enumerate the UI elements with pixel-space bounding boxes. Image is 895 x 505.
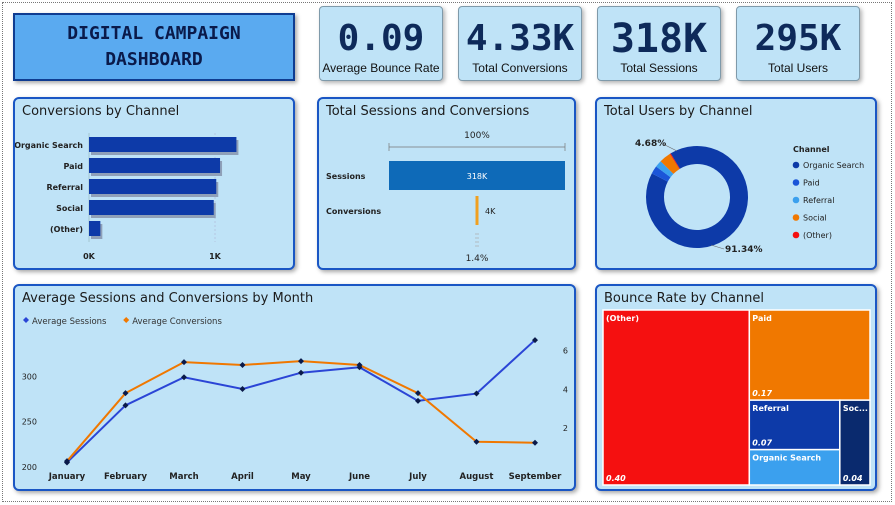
- x-tick-label: March: [169, 472, 198, 482]
- treemap-tile-label: Paid: [752, 314, 772, 323]
- x-tick-label: 0K: [83, 252, 96, 261]
- legend-label: Average Conversions: [132, 317, 222, 327]
- kpi-value: 295K: [754, 18, 842, 59]
- funnel-value-label: 318K: [467, 172, 488, 181]
- funnel-bottom-label: 1.4%: [466, 254, 489, 264]
- legend-label: Organic Search: [803, 161, 864, 170]
- funnel-top-label: 100%: [464, 131, 490, 141]
- kpi-label: Total Sessions: [620, 61, 698, 75]
- funnel-value-label: 4K: [485, 207, 496, 216]
- x-tick-label: May: [291, 472, 311, 482]
- funnel-bar: [475, 196, 479, 225]
- kpi-card-sessions[interactable]: 318K Total Sessions: [597, 6, 721, 81]
- kpi-label: Average Bounce Rate: [322, 61, 440, 75]
- legend-marker: [23, 317, 29, 323]
- category-label: Paid: [63, 162, 83, 171]
- legend-marker: [792, 231, 800, 239]
- x-tick-label: July: [408, 472, 427, 482]
- bar: [89, 158, 221, 173]
- kpi-value: 4.33K: [465, 18, 575, 59]
- treemap-tile-value: 0.04: [843, 474, 863, 483]
- y-right-tick-label: 4: [563, 385, 568, 394]
- treemap-tile-label: (Other): [606, 314, 639, 323]
- dashboard-title-box: DIGITAL CAMPAIGN DASHBOARD: [13, 13, 295, 81]
- y-right-tick-label: 6: [563, 346, 568, 355]
- slice-label: 4.68%: [635, 139, 666, 149]
- dashboard-title: DIGITAL CAMPAIGN DASHBOARD: [67, 23, 241, 70]
- funnel-category-label: Sessions: [326, 172, 366, 181]
- category-label: Referral: [46, 183, 83, 192]
- legend-title: Channel: [793, 145, 830, 154]
- users-by-channel-panel[interactable]: Total Users by Channel 4.68% 91.34% Channe…: [595, 97, 877, 270]
- data-point: [239, 386, 246, 393]
- x-tick-label: January: [48, 472, 86, 482]
- treemap-tile-value: 0.40: [606, 474, 626, 483]
- x-tick-label: September: [509, 472, 563, 482]
- data-point: [298, 358, 304, 365]
- data-point: [298, 369, 304, 376]
- kpi-label: Total Conversions: [472, 61, 568, 75]
- treemap-tile: [602, 309, 751, 486]
- treemap-tile: [748, 309, 871, 401]
- data-point: [239, 362, 246, 368]
- funnel-category-label: Conversions: [326, 207, 381, 216]
- monthly-line-chart: Average Sessions Average Conversions 200 25…: [22, 317, 568, 482]
- data-point: [532, 439, 538, 446]
- y-left-tick-label: 250: [22, 418, 37, 427]
- bar: [89, 137, 237, 152]
- legend-marker: [792, 196, 800, 204]
- bar: [89, 179, 217, 194]
- x-tick-label: April: [231, 472, 254, 482]
- x-tick-label: February: [104, 472, 147, 482]
- donut-chart: 4.68% 91.34% Channel Organic Search Paid Refe…: [635, 139, 864, 255]
- legend-label: (Other): [803, 231, 832, 240]
- treemap-tile-value: 0.07: [752, 439, 772, 448]
- legend-marker: [123, 317, 130, 323]
- x-tick-label: 1K: [209, 252, 222, 261]
- legend-marker: [792, 214, 800, 221]
- legend-marker: [792, 161, 800, 169]
- sessions-conversions-panel[interactable]: Total Sessions and Conversions 100% Sessi…: [317, 97, 576, 270]
- kpi-card-bounce-rate[interactable]: 0.09 Average Bounce Rate: [319, 6, 443, 81]
- legend-label: Average Sessions: [32, 317, 107, 327]
- legend-label: Referral: [803, 196, 834, 205]
- legend-marker: [792, 179, 800, 186]
- category-label: Organic Search: [15, 141, 83, 150]
- category-label: (Other): [50, 225, 83, 234]
- kpi-card-conversions[interactable]: 4.33K Total Conversions: [458, 6, 582, 81]
- conversions-by-channel-panel[interactable]: Conversions by Channel Organic Search Pai…: [13, 97, 295, 270]
- kpi-label: Total Users: [767, 61, 829, 75]
- bar: [89, 221, 101, 236]
- x-tick-label: June: [348, 472, 370, 482]
- slice-leader: [710, 244, 725, 250]
- series-line: [66, 360, 536, 462]
- slice-label: 91.34%: [725, 245, 763, 255]
- treemap-tile-label: Referral: [752, 404, 789, 413]
- treemap-tile-label: Organic Search: [752, 454, 821, 463]
- kpi-value: 0.09: [337, 18, 425, 59]
- bounce-treemap: (Other) 0.40 Paid 0.17 Referral 0.07 Organic S…: [602, 309, 871, 486]
- treemap-tile-label: Soc...: [843, 404, 868, 413]
- monthly-line-panel[interactable]: Average Sessions and Conversions by Mont…: [13, 284, 576, 491]
- funnel-chart: 100% Sessions 318K Conversions 4K 1.4%: [326, 131, 566, 264]
- bar: [89, 200, 214, 215]
- legend-label: Paid: [803, 179, 820, 188]
- category-label: Social: [56, 204, 83, 213]
- y-right-tick-label: 2: [563, 424, 568, 433]
- legend-label: Social: [803, 214, 827, 223]
- y-left-tick-label: 300: [22, 372, 37, 381]
- kpi-card-users[interactable]: 295K Total Users: [736, 6, 860, 81]
- conversions-bar-chart: Organic Search Paid Referral Social (Other) 0…: [15, 133, 239, 261]
- x-tick-label: August: [460, 472, 494, 482]
- y-left-tick-label: 200: [22, 463, 37, 472]
- bounce-rate-panel[interactable]: Bounce Rate by Channel (Other) 0.40 Paid 0.…: [595, 284, 877, 491]
- treemap-tile-value: 0.17: [752, 389, 772, 398]
- kpi-value: 318K: [610, 16, 708, 62]
